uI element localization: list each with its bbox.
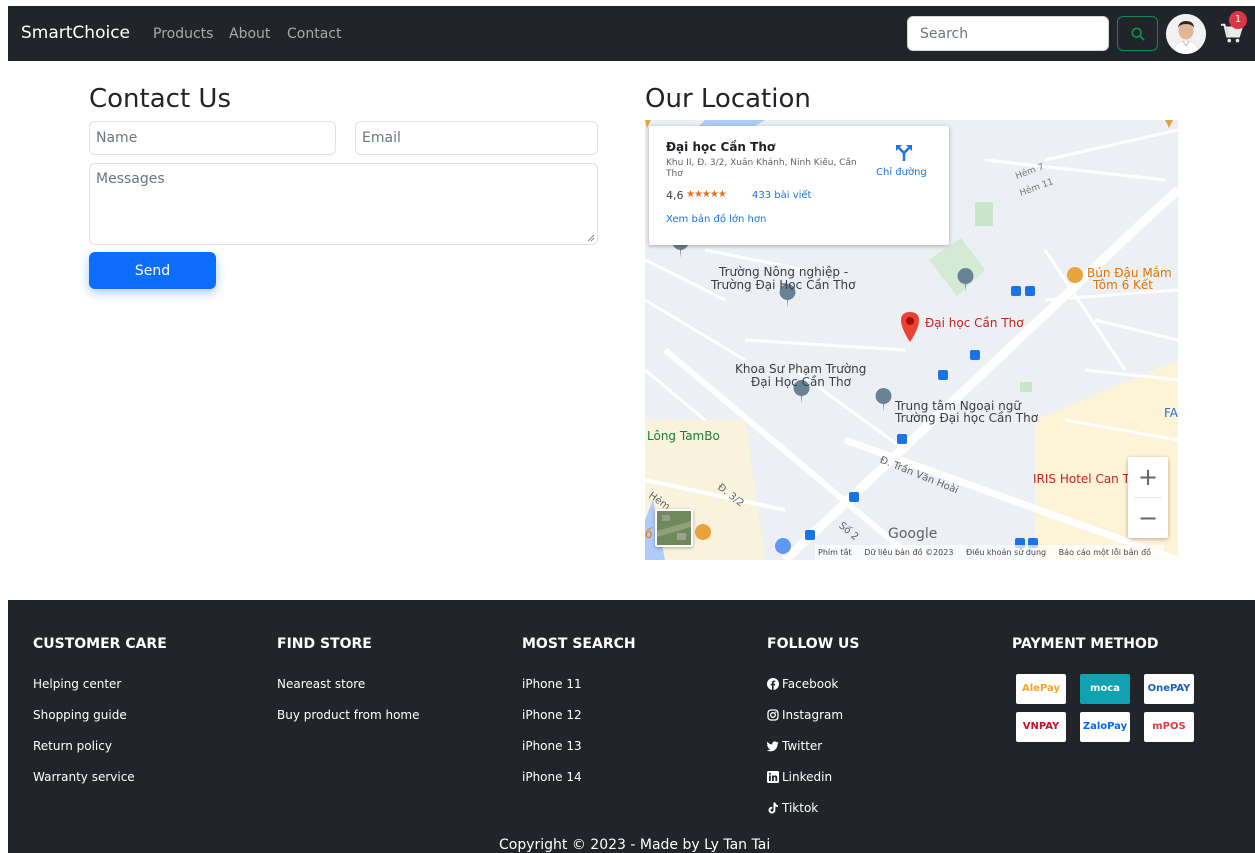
footer-link-iphone-14[interactable]: iPhone 14: [522, 770, 582, 784]
resize-handle-icon[interactable]: [587, 234, 595, 242]
email-field[interactable]: [355, 121, 598, 155]
rating-stars-icon: ★★★★★: [686, 189, 727, 200]
directions-icon[interactable]: [895, 144, 913, 162]
twitter-label: Twitter: [782, 739, 823, 753]
footer-link-nearest-store[interactable]: Neareast store: [277, 677, 365, 691]
cart-count-badge: 1: [1229, 11, 1247, 29]
linkedin-icon: [767, 771, 779, 783]
brand-logo[interactable]: SmartChoice: [21, 23, 130, 43]
instagram-label: Instagram: [782, 708, 844, 722]
map-label: Đại Học Cần Thơ: [751, 375, 852, 389]
place-rating: 4,6: [666, 189, 684, 202]
map-data-text: Dữ liệu bản đồ ©2023: [864, 548, 954, 557]
message-field[interactable]: [89, 163, 598, 245]
place-info-card: Đại học Cần Thơ Khu II, Đ. 3/2, Xuân Khá…: [649, 126, 949, 245]
footer: CUSTOMER CARE Helping center Shopping gu…: [8, 600, 1255, 853]
map[interactable]: Trường Nông nghiệp - Trường Đại Học Cần …: [645, 120, 1178, 560]
map-label: Trường Nông nghiệp -: [719, 265, 849, 279]
footer-link-tiktok[interactable]: Tiktok: [767, 801, 818, 815]
footer-heading-most-search: MOST SEARCH: [522, 636, 636, 652]
avatar[interactable]: [1166, 14, 1206, 54]
nav-link-products[interactable]: Products: [153, 26, 213, 42]
map-label: Lông TamBo: [647, 429, 720, 443]
footer-link-linkedin[interactable]: Linkedin: [767, 770, 832, 784]
map-label: FA: [1164, 406, 1178, 420]
map-label: ố: [645, 527, 653, 541]
zoom-in-button[interactable]: +: [1128, 457, 1168, 497]
map-label: IRIS Hotel Can T: [1033, 472, 1130, 486]
page: SmartChoice Products About Contact 1 Con…: [8, 6, 1255, 853]
footer-link-buy-from-home[interactable]: Buy product from home: [277, 708, 419, 722]
footer-link-warranty-service[interactable]: Warranty service: [33, 770, 135, 784]
zoom-controls: + −: [1128, 457, 1168, 538]
payment-onepay: OnePAY: [1144, 674, 1194, 704]
footer-link-shopping-guide[interactable]: Shopping guide: [33, 708, 127, 722]
search-icon: [1131, 27, 1145, 41]
satellite-toggle[interactable]: [655, 509, 693, 547]
footer-link-twitter[interactable]: Twitter: [766, 739, 823, 753]
footer-link-helping-center[interactable]: Helping center: [33, 677, 121, 691]
footer-heading-payment-method: PAYMENT METHOD: [1012, 636, 1159, 652]
facebook-label: Facebook: [782, 677, 839, 691]
payment-moca: moca: [1080, 674, 1130, 704]
view-larger-map-link[interactable]: Xem bản đồ lớn hơn: [666, 214, 766, 225]
footer-heading-follow-us: FOLLOW US: [767, 636, 860, 652]
search-button[interactable]: [1117, 16, 1158, 51]
report-error-link[interactable]: Báo cáo một lỗi bản đồ: [1059, 548, 1151, 557]
footer-heading-customer-care: CUSTOMER CARE: [33, 636, 167, 652]
copyright-text: Copyright © 2023 - Made by Ly Tan Tai: [499, 837, 771, 853]
location-title: Our Location: [645, 84, 811, 114]
zoom-out-button[interactable]: −: [1128, 498, 1168, 538]
contact-title: Contact Us: [89, 84, 231, 114]
google-logo: Google: [888, 526, 938, 542]
footer-link-return-policy[interactable]: Return policy: [33, 739, 112, 753]
footer-link-iphone-12[interactable]: iPhone 12: [522, 708, 582, 722]
reviews-link[interactable]: 433 bài viết: [752, 190, 811, 201]
footer-heading-find-store: FIND STORE: [277, 636, 372, 652]
terms-link[interactable]: Điều khoản sử dụng: [966, 548, 1046, 557]
tiktok-icon: [768, 802, 778, 814]
footer-link-iphone-13[interactable]: iPhone 13: [522, 739, 582, 753]
nav-link-about[interactable]: About: [229, 26, 270, 42]
map-label: Đại học Cần Thơ: [925, 316, 1024, 330]
directions-link[interactable]: Chỉ đường: [876, 167, 927, 178]
payment-vnpay: VNPAY: [1016, 712, 1066, 742]
nav-link-contact[interactable]: Contact: [287, 26, 341, 42]
facebook-icon: [767, 678, 779, 690]
satellite-thumbnail-icon: [657, 511, 691, 545]
navbar: SmartChoice Products About Contact 1: [8, 6, 1255, 61]
linkedin-label: Linkedin: [782, 770, 833, 784]
place-name: Đại học Cần Thơ: [666, 140, 776, 154]
footer-link-facebook[interactable]: Facebook: [767, 677, 838, 691]
map-attribution: Phím tắt Dữ liệu bản đồ ©2023 Điều khoản…: [815, 545, 1165, 560]
payment-alepay: AlePay: [1016, 674, 1066, 704]
footer-link-iphone-11[interactable]: iPhone 11: [522, 677, 582, 691]
tiktok-label: Tiktok: [782, 801, 819, 815]
user-photo-icon: [1166, 14, 1206, 54]
map-label: Trường Đại học Cần Thơ: [895, 411, 1039, 425]
search-input[interactable]: [907, 16, 1109, 51]
payment-mpos: mPOS: [1144, 712, 1194, 742]
name-field[interactable]: [89, 121, 336, 155]
twitter-icon: [766, 741, 779, 752]
map-label: Trường Đại Học Cần Thơ: [711, 278, 856, 292]
keyboard-shortcuts-link[interactable]: Phím tắt: [818, 548, 852, 557]
send-button[interactable]: Send: [89, 252, 216, 289]
map-label: Khoa Sư Phạm Trường: [735, 362, 867, 376]
payment-zalopay: ZaloPay: [1080, 712, 1130, 742]
instagram-icon: [767, 709, 779, 721]
footer-link-instagram[interactable]: Instagram: [767, 708, 843, 722]
map-label: Tôm 6 Kết: [1093, 278, 1154, 292]
place-address: Khu II, Đ. 3/2, Xuân Khánh, Ninh Kiều, C…: [666, 158, 857, 179]
